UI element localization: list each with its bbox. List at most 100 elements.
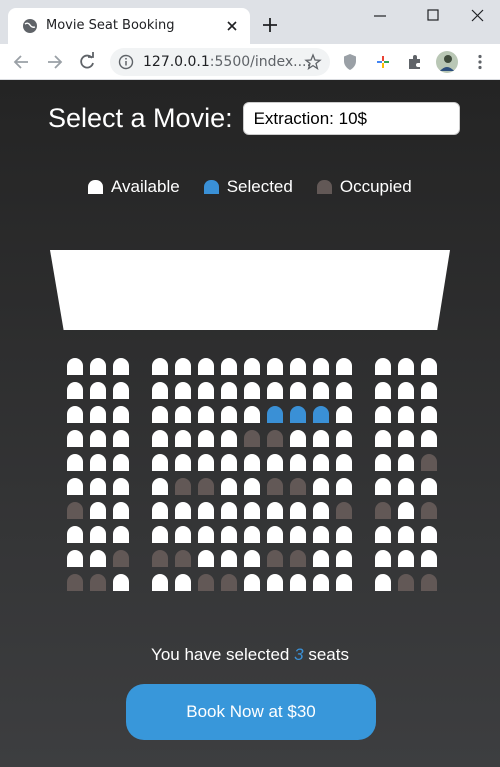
seat-available[interactable] bbox=[113, 358, 129, 375]
seat-available[interactable] bbox=[267, 574, 283, 591]
seat-available[interactable] bbox=[198, 358, 214, 375]
shield-extension-icon[interactable] bbox=[340, 52, 360, 72]
seat-available[interactable] bbox=[198, 382, 214, 399]
seat-available[interactable] bbox=[221, 550, 237, 567]
seat-available[interactable] bbox=[67, 358, 83, 375]
seat-available[interactable] bbox=[90, 526, 106, 543]
seat-available[interactable] bbox=[175, 430, 191, 447]
seat-available[interactable] bbox=[113, 526, 129, 543]
seat-available[interactable] bbox=[290, 430, 306, 447]
seat-available[interactable] bbox=[90, 406, 106, 423]
seat-available[interactable] bbox=[398, 526, 414, 543]
seat-available[interactable] bbox=[313, 550, 329, 567]
seat-available[interactable] bbox=[175, 526, 191, 543]
seat-available[interactable] bbox=[336, 478, 352, 495]
seat-available[interactable] bbox=[90, 430, 106, 447]
seat-available[interactable] bbox=[375, 550, 391, 567]
seat-available[interactable] bbox=[90, 478, 106, 495]
seat-available[interactable] bbox=[313, 478, 329, 495]
seat-available[interactable] bbox=[221, 478, 237, 495]
seat-available[interactable] bbox=[290, 454, 306, 471]
seat-available[interactable] bbox=[90, 454, 106, 471]
movie-select[interactable]: Extraction: 10$ bbox=[242, 102, 460, 135]
seat-available[interactable] bbox=[267, 502, 283, 519]
seat-available[interactable] bbox=[421, 382, 437, 399]
seat-available[interactable] bbox=[398, 430, 414, 447]
seat-selected[interactable] bbox=[267, 406, 283, 423]
seat-available[interactable] bbox=[152, 454, 168, 471]
reload-icon[interactable] bbox=[77, 52, 97, 72]
extensions-puzzle-icon[interactable] bbox=[405, 52, 425, 72]
seat-available[interactable] bbox=[175, 574, 191, 591]
book-now-button[interactable]: Book Now at $30 bbox=[126, 684, 376, 740]
browser-tab[interactable]: Movie Seat Booking bbox=[8, 8, 250, 44]
seat-available[interactable] bbox=[267, 358, 283, 375]
seat-available[interactable] bbox=[375, 358, 391, 375]
seat-available[interactable] bbox=[175, 358, 191, 375]
seat-available[interactable] bbox=[398, 358, 414, 375]
seat-available[interactable] bbox=[375, 526, 391, 543]
seat-available[interactable] bbox=[290, 358, 306, 375]
seat-available[interactable] bbox=[152, 382, 168, 399]
seat-available[interactable] bbox=[267, 526, 283, 543]
seat-available[interactable] bbox=[421, 526, 437, 543]
seat-available[interactable] bbox=[375, 574, 391, 591]
seat-available[interactable] bbox=[375, 430, 391, 447]
seat-available[interactable] bbox=[244, 478, 260, 495]
seat-available[interactable] bbox=[67, 478, 83, 495]
seat-available[interactable] bbox=[421, 358, 437, 375]
seat-available[interactable] bbox=[67, 454, 83, 471]
seat-available[interactable] bbox=[336, 406, 352, 423]
seat-available[interactable] bbox=[336, 358, 352, 375]
seat-available[interactable] bbox=[290, 502, 306, 519]
colorful-extension-icon[interactable] bbox=[373, 52, 393, 72]
seat-available[interactable] bbox=[67, 430, 83, 447]
seat-selected[interactable] bbox=[313, 406, 329, 423]
seat-available[interactable] bbox=[152, 430, 168, 447]
seat-available[interactable] bbox=[152, 406, 168, 423]
seat-available[interactable] bbox=[398, 478, 414, 495]
seat-available[interactable] bbox=[198, 502, 214, 519]
seat-available[interactable] bbox=[290, 574, 306, 591]
seat-available[interactable] bbox=[375, 382, 391, 399]
seat-available[interactable] bbox=[421, 550, 437, 567]
seat-available[interactable] bbox=[175, 406, 191, 423]
seat-available[interactable] bbox=[221, 406, 237, 423]
seat-available[interactable] bbox=[113, 502, 129, 519]
seat-available[interactable] bbox=[198, 406, 214, 423]
seat-available[interactable] bbox=[113, 454, 129, 471]
seat-available[interactable] bbox=[421, 478, 437, 495]
seat-available[interactable] bbox=[267, 454, 283, 471]
seat-available[interactable] bbox=[221, 358, 237, 375]
seat-available[interactable] bbox=[221, 430, 237, 447]
seat-available[interactable] bbox=[67, 382, 83, 399]
seat-available[interactable] bbox=[398, 550, 414, 567]
seat-available[interactable] bbox=[90, 358, 106, 375]
seat-available[interactable] bbox=[198, 526, 214, 543]
seat-available[interactable] bbox=[175, 502, 191, 519]
seat-available[interactable] bbox=[90, 550, 106, 567]
seat-available[interactable] bbox=[398, 502, 414, 519]
seat-available[interactable] bbox=[336, 574, 352, 591]
seat-available[interactable] bbox=[375, 454, 391, 471]
seat-available[interactable] bbox=[90, 382, 106, 399]
maximize-icon[interactable] bbox=[421, 6, 445, 26]
seat-available[interactable] bbox=[113, 406, 129, 423]
seat-available[interactable] bbox=[313, 502, 329, 519]
seat-selected[interactable] bbox=[290, 406, 306, 423]
more-menu-icon[interactable] bbox=[470, 52, 490, 72]
seat-available[interactable] bbox=[244, 574, 260, 591]
seat-available[interactable] bbox=[221, 382, 237, 399]
seat-available[interactable] bbox=[244, 526, 260, 543]
seat-available[interactable] bbox=[113, 382, 129, 399]
seat-available[interactable] bbox=[244, 550, 260, 567]
seat-available[interactable] bbox=[221, 502, 237, 519]
seat-available[interactable] bbox=[336, 430, 352, 447]
seat-available[interactable] bbox=[244, 406, 260, 423]
seat-available[interactable] bbox=[421, 406, 437, 423]
close-window-icon[interactable] bbox=[466, 6, 490, 26]
seat-available[interactable] bbox=[398, 382, 414, 399]
info-icon[interactable] bbox=[118, 54, 134, 70]
seat-available[interactable] bbox=[113, 430, 129, 447]
seat-available[interactable] bbox=[67, 406, 83, 423]
